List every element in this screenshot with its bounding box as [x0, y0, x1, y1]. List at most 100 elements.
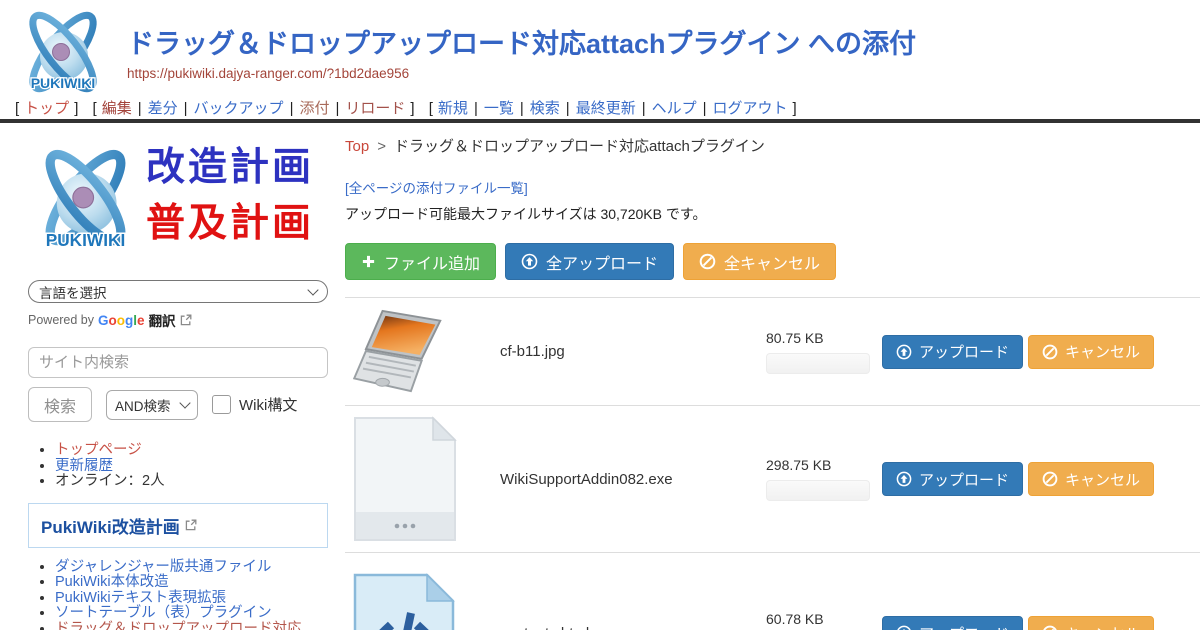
file-row: contents.html 60.78 KB アップロード	[345, 552, 1200, 630]
breadcrumb-separator: >	[377, 138, 386, 155]
nav-separator: |	[642, 100, 646, 117]
breadcrumb-home-link[interactable]: Top	[345, 138, 369, 155]
top-navigation: [トップ] [編集|差分|バックアップ|添付|リロード] [新規|一覧|検索|最…	[10, 97, 802, 118]
nav-bracket: ]	[74, 100, 78, 117]
upload-button[interactable]: アップロード	[882, 462, 1023, 496]
nav-link-reload[interactable]: リロード	[345, 100, 405, 117]
nav-bracket: [	[93, 100, 97, 117]
external-link-icon	[185, 519, 197, 531]
site-title: PukiWiki改造計画	[41, 513, 180, 538]
nav-bracket: ]	[410, 100, 414, 117]
nav-link-help[interactable]: ヘルプ	[652, 100, 697, 117]
upload-circle-icon	[896, 344, 912, 360]
sidebar-link-dragdrop-attach[interactable]: ドラッグ＆ドロップアップロード対応attachプラグイン	[55, 621, 302, 630]
nav-separator: |	[184, 100, 188, 117]
upload-button[interactable]: アップロード	[882, 616, 1023, 630]
nav-separator: |	[703, 100, 707, 117]
upload-queue: cf-b11.jpg 80.75 KB アップロード	[345, 297, 1200, 630]
file-row: WikiSupportAddin082.exe 298.75 KB アップロード	[345, 405, 1200, 552]
nav-link-new[interactable]: 新規	[438, 100, 468, 117]
nav-bracket: [	[429, 100, 433, 117]
file-size: 80.75 KB	[766, 330, 872, 346]
sidebar-link-top-page[interactable]: トップページ	[55, 442, 142, 458]
list-item: ドラッグ＆ドロップアップロード対応attachプラグイン	[55, 622, 328, 630]
max-upload-size-text: アップロード可能最大ファイルサイズは 30,720KB です。	[345, 204, 1200, 224]
nav-link-top[interactable]: トップ	[24, 100, 69, 117]
nav-link-search[interactable]: 検索	[530, 100, 560, 117]
sidebar: PUKIWIKI 改造計画 普及計画 言語を選択 Powered by Goog…	[28, 138, 328, 630]
online-count: オンライン：2人	[55, 473, 165, 489]
banner-slogan: 改造計画 普及計画	[146, 140, 314, 252]
site-search-input[interactable]	[28, 347, 328, 378]
file-name: WikiSupportAddin082.exe	[500, 471, 755, 488]
chevron-down-icon	[307, 284, 318, 295]
search-button[interactable]: 検索	[28, 387, 92, 422]
nav-separator: |	[290, 100, 294, 117]
sidebar-link-core-mods[interactable]: PukiWiki本体改造	[55, 574, 169, 590]
breadcrumb: Top > ドラッグ＆ドロップアップロード対応attachプラグイン	[345, 135, 1200, 156]
list-item: ソートテーブル（表）プラグイン	[55, 606, 328, 622]
sidebar-site-links: ダジャレンジャー版共通ファイル PukiWiki本体改造 PukiWikiテキス…	[28, 560, 328, 630]
cancel-button[interactable]: キャンセル	[1028, 335, 1154, 369]
page-url[interactable]: https://pukiwiki.dajya-ranger.com/?1bd2d…	[127, 66, 409, 81]
all-pages-attachment-list-link[interactable]: [全ページの添付ファイル一覧]	[345, 177, 1200, 197]
ban-icon	[1042, 344, 1058, 360]
sidebar-link-common-files[interactable]: ダジャレンジャー版共通ファイル	[55, 559, 271, 575]
nav-bracket: [	[15, 100, 19, 117]
site-title-box[interactable]: PukiWiki改造計画	[28, 503, 328, 548]
upload-all-button[interactable]: 全アップロード	[505, 243, 674, 280]
file-name: contents.html	[500, 625, 755, 630]
chevron-down-icon	[179, 397, 190, 408]
language-select[interactable]: 言語を選択	[28, 280, 328, 303]
cancel-button[interactable]: キャンセル	[1028, 616, 1154, 630]
file-size: 298.75 KB	[766, 457, 872, 473]
svg-text:PUKIWIKI: PUKIWIKI	[46, 230, 126, 250]
search-controls: 検索 AND検索 Wiki構文	[28, 387, 328, 422]
nav-link-logout[interactable]: ログアウト	[713, 100, 788, 117]
list-item: 更新履歴	[55, 459, 328, 475]
upload-progress-bar	[766, 353, 870, 374]
ban-icon	[699, 253, 716, 270]
laptop-photo-thumbnail	[353, 308, 461, 396]
external-link-icon	[180, 314, 192, 326]
nav-link-attach[interactable]: 添付	[299, 100, 329, 117]
breadcrumb-current: ドラッグ＆ドロップアップロード対応attachプラグイン	[394, 138, 765, 155]
sidebar-link-sort-table[interactable]: ソートテーブル（表）プラグイン	[55, 605, 272, 621]
header-divider	[0, 119, 1200, 123]
sidebar-link-text-extension[interactable]: PukiWikiテキスト表現拡張	[55, 590, 226, 606]
nav-link-backup[interactable]: バックアップ	[194, 100, 284, 117]
nav-link-list[interactable]: 一覧	[484, 100, 514, 117]
pukiwiki-atom-logo-small: PUKIWIKI	[28, 138, 143, 264]
nav-link-recent[interactable]: 最終更新	[576, 100, 636, 117]
ban-icon	[1042, 625, 1058, 630]
sidebar-link-recent-changes[interactable]: 更新履歴	[55, 458, 113, 474]
sidebar-quick-links: トップページ 更新履歴 オンライン：2人	[28, 443, 328, 490]
nav-separator: |	[520, 100, 524, 117]
wiki-syntax-option: Wiki構文	[212, 394, 297, 415]
upload-button[interactable]: アップロード	[882, 335, 1023, 369]
list-item: PukiWikiテキスト表現拡張	[55, 591, 328, 607]
search-mode-select[interactable]: AND検索	[106, 390, 198, 420]
wiki-syntax-label: Wiki構文	[239, 394, 297, 415]
pukiwiki-atom-logo[interactable]: PUKIWIKI	[12, 6, 114, 103]
upload-toolbar: ファイル追加 全アップロード 全キャンセル	[345, 243, 1200, 280]
upload-progress-bar	[766, 480, 870, 501]
wiki-syntax-checkbox[interactable]	[212, 395, 231, 414]
list-item: オンライン：2人	[55, 474, 328, 490]
main-content: Top > ドラッグ＆ドロップアップロード対応attachプラグイン [全ページの添…	[345, 130, 1200, 630]
cancel-all-button[interactable]: 全キャンセル	[683, 243, 836, 280]
pukiwiki-attach-page: PUKIWIKI ドラッグ＆ドロップアップロード対応attachプラグイン への…	[0, 0, 1200, 630]
nav-link-diff[interactable]: 差分	[148, 100, 178, 117]
generic-file-icon	[353, 416, 457, 542]
cancel-button[interactable]: キャンセル	[1028, 462, 1154, 496]
file-name: cf-b11.jpg	[500, 343, 755, 360]
nav-link-edit[interactable]: 編集	[102, 100, 132, 117]
nav-separator: |	[474, 100, 478, 117]
add-files-button[interactable]: ファイル追加	[345, 243, 496, 280]
ban-icon	[1042, 471, 1058, 487]
page-title: ドラッグ＆ドロップアップロード対応attachプラグイン への添付	[127, 22, 916, 61]
list-item: PukiWiki本体改造	[55, 575, 328, 591]
file-row: cf-b11.jpg 80.75 KB アップロード	[345, 297, 1200, 405]
upload-circle-icon	[521, 253, 538, 270]
sidebar-site-banner[interactable]: PUKIWIKI 改造計画 普及計画	[28, 138, 328, 266]
